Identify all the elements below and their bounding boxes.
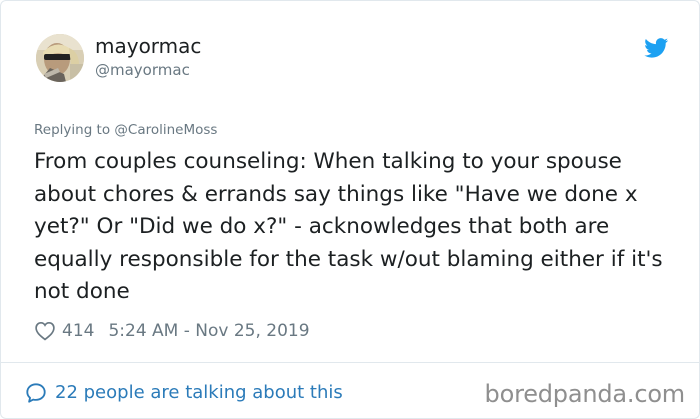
tweet-text: From couples counseling: When talking to…: [34, 149, 663, 304]
tweet-meta: 414 5:24 AM - Nov 25, 2019: [34, 319, 310, 343]
conversation-label[interactable]: 22 people are talking about this: [55, 382, 343, 404]
tweet-footer: 22 people are talking about this boredpa…: [0, 362, 700, 419]
author-handle[interactable]: @mayormac: [95, 61, 201, 79]
twitter-bird-icon[interactable]: [644, 38, 669, 58]
author-block[interactable]: mayormac @mayormac: [95, 34, 201, 79]
speech-bubble-icon: [26, 383, 46, 403]
watermark: boredpanda.com: [484, 380, 686, 408]
like-count[interactable]: 414: [62, 321, 94, 341]
avatar-photo: [36, 34, 84, 82]
heart-icon[interactable]: [34, 320, 56, 342]
author-name[interactable]: mayormac: [95, 34, 201, 58]
tweet-embed: mayormac @mayormac Replying to @Caroline…: [0, 0, 700, 419]
tweet-card: mayormac @mayormac Replying to @Caroline…: [0, 0, 700, 362]
avatar[interactable]: [36, 34, 84, 82]
tweet-timestamp[interactable]: 5:24 AM - Nov 25, 2019: [108, 321, 309, 341]
replying-to[interactable]: Replying to @CarolineMoss: [34, 121, 217, 139]
conversation-link[interactable]: 22 people are talking about this: [25, 382, 343, 404]
